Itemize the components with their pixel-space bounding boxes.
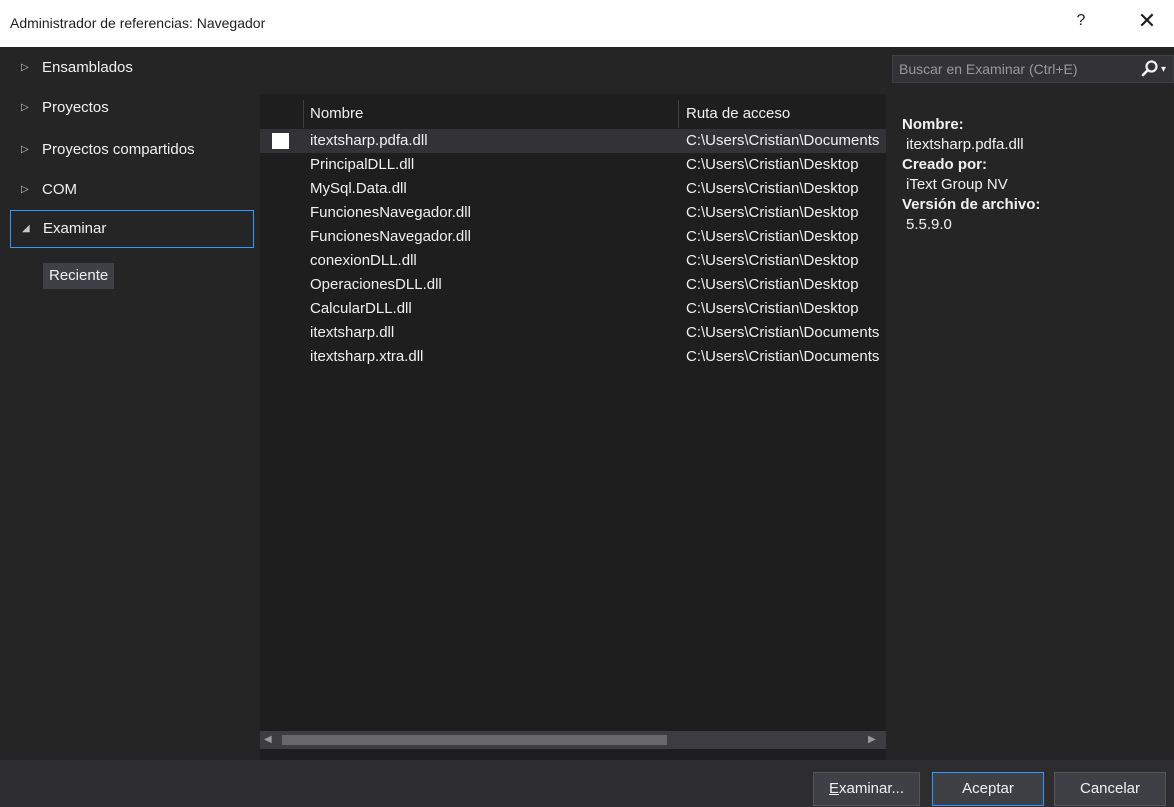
row-name: conexionDLL.dll [310,252,417,269]
scrollbar-thumb[interactable] [282,735,667,745]
expand-triangle-icon: ▷ [21,62,29,73]
sidebar-item-com[interactable]: ▷ COM [10,171,254,209]
row-path: C:\Users\Cristian\Documents [686,348,880,365]
sidebar-item-label: COM [42,181,77,198]
collapse-triangle-icon: ◢ [22,223,30,234]
detail-name-value: itextsharp.pdfa.dll [906,136,1024,153]
dialog-client: ▷ Ensamblados ▷ Proyectos ▷ Proyectos co… [0,47,1174,760]
browse-label: xaminar... [838,780,905,797]
table-row[interactable]: itextsharp.dll C:\Users\Cristian\Documen… [260,321,886,345]
row-name: itextsharp.xtra.dll [310,348,424,365]
row-name: FuncionesNavegador.dll [310,228,471,245]
list-rows: itextsharp.pdfa.dll C:\Users\Cristian\Do… [260,129,886,369]
table-row[interactable]: FuncionesNavegador.dll C:\Users\Cristian… [260,201,886,225]
window-title: Administrador de referencias: Navegador [10,15,266,31]
chevron-down-icon[interactable]: ▾ [1161,59,1166,81]
reference-list: Nombre Ruta de acceso itextsharp.pdfa.dl… [260,94,886,760]
sidebar-item-label: Ensamblados [42,59,133,76]
row-path: C:\Users\Cristian\Documents [686,324,880,341]
table-row[interactable]: OperacionesDLL.dll C:\Users\Cristian\Des… [260,273,886,297]
sidebar-item-ensamblados[interactable]: ▷ Ensamblados [10,49,254,87]
search-icon[interactable] [1139,58,1161,80]
close-button[interactable]: ✕ [1134,8,1160,34]
column-header-path[interactable]: Ruta de acceso [686,105,790,122]
table-row[interactable]: MySql.Data.dll C:\Users\Cristian\Desktop [260,177,886,201]
title-bar: Administrador de referencias: Navegador … [0,0,1174,47]
browse-button[interactable]: Examinar... [813,772,920,806]
detail-name-label: Nombre: [902,116,964,133]
row-name: PrincipalDLL.dll [310,156,415,173]
dialog-footer: Examinar... Aceptar Cancelar [0,760,1174,807]
row-name: MySql.Data.dll [310,180,407,197]
sidebar-item-proyectos-compartidos[interactable]: ▷ Proyectos compartidos [10,131,254,169]
detail-version-value: 5.5.9.0 [906,216,952,233]
details-pane: Nombre: itextsharp.pdfa.dll Creado por: … [902,115,1167,235]
expand-triangle-icon: ▷ [21,144,29,155]
column-headers: Nombre Ruta de acceso [260,94,886,128]
row-path: C:\Users\Cristian\Desktop [686,156,859,173]
table-row[interactable]: itextsharp.pdfa.dll C:\Users\Cristian\Do… [260,129,886,153]
expand-triangle-icon: ▷ [21,102,29,113]
sidebar-item-label: Proyectos [42,99,109,116]
detail-created-label: Creado por: [902,156,988,173]
sidebar-item-label: Proyectos compartidos [42,141,195,158]
row-name: FuncionesNavegador.dll [310,204,471,221]
cancel-button[interactable]: Cancelar [1054,772,1166,806]
help-button[interactable]: ? [1070,12,1092,30]
row-path: C:\Users\Cristian\Desktop [686,180,859,197]
sidebar-item-proyectos[interactable]: ▷ Proyectos [10,89,254,127]
detail-version-label: Versión de archivo: [902,196,1041,213]
row-path: C:\Users\Cristian\Desktop [686,252,859,269]
table-row[interactable]: conexionDLL.dll C:\Users\Cristian\Deskto… [260,249,886,273]
table-row[interactable]: PrincipalDLL.dll C:\Users\Cristian\Deskt… [260,153,886,177]
scroll-right-icon[interactable]: ▶ [868,731,876,749]
row-path: C:\Users\Cristian\Desktop [686,228,859,245]
row-path: C:\Users\Cristian\Desktop [686,276,859,293]
sidebar-item-label: Examinar [43,220,107,237]
search-input[interactable] [893,56,1131,82]
row-name: itextsharp.pdfa.dll [310,132,428,149]
detail-created-value: iText Group NV [906,176,1008,193]
scroll-left-icon[interactable]: ◀ [264,731,272,749]
search-box: ▾ [892,55,1174,83]
horizontal-scrollbar[interactable]: ◀ ▶ [260,731,886,749]
expand-triangle-icon: ▷ [21,184,29,195]
ok-button[interactable]: Aceptar [932,772,1044,806]
column-divider[interactable] [678,100,679,128]
table-row[interactable]: CalcularDLL.dll C:\Users\Cristian\Deskto… [260,297,886,321]
column-divider[interactable] [303,100,304,128]
row-path: C:\Users\Cristian\Desktop [686,204,859,221]
row-checkbox[interactable] [272,133,289,149]
table-row[interactable]: itextsharp.xtra.dll C:\Users\Cristian\Do… [260,345,886,369]
row-name: CalcularDLL.dll [310,300,412,317]
row-path: C:\Users\Cristian\Documents [686,132,880,149]
table-row[interactable]: FuncionesNavegador.dll C:\Users\Cristian… [260,225,886,249]
column-header-name[interactable]: Nombre [310,105,363,122]
sidebar: ▷ Ensamblados ▷ Proyectos ▷ Proyectos co… [0,47,260,760]
close-icon: ✕ [1137,8,1157,33]
row-name: itextsharp.dll [310,324,395,341]
sidebar-item-examinar[interactable]: ◢ Examinar [10,210,254,248]
sidebar-subitem-reciente[interactable]: Reciente [43,263,115,289]
row-name: OperacionesDLL.dll [310,276,442,293]
row-path: C:\Users\Cristian\Desktop [686,300,859,317]
browse-accelerator: E [828,780,839,797]
